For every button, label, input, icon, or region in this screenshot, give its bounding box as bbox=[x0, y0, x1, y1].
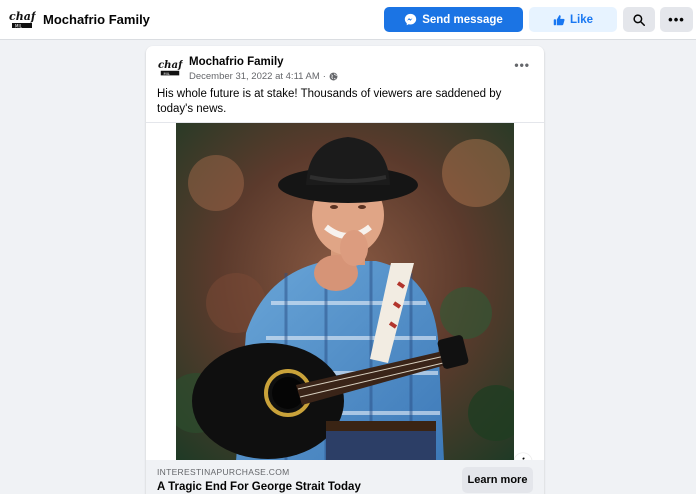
post-photo[interactable] bbox=[176, 123, 514, 461]
thumbs-up-icon bbox=[553, 14, 565, 25]
post-author-avatar[interactable]: chaf MIL bbox=[157, 56, 184, 80]
svg-text:MIL: MIL bbox=[15, 24, 23, 29]
send-message-button[interactable]: Send message bbox=[384, 7, 523, 32]
post-author-name[interactable]: Mochafrio Family bbox=[189, 56, 284, 68]
post-card: chaf MIL Mochafrio Family December 31, 2… bbox=[146, 46, 544, 494]
link-title[interactable]: A Tragic End For George Strait Today bbox=[157, 481, 361, 493]
page-logo[interactable]: chaf MIL bbox=[8, 7, 38, 33]
post-timestamp[interactable]: December 31, 2022 at 4:11 AM bbox=[189, 71, 320, 82]
post-options-button[interactable]: ••• bbox=[514, 58, 530, 72]
link-domain: INTERESTINAPURCHASE.COM bbox=[157, 467, 290, 477]
post-media[interactable]: i bbox=[146, 122, 544, 471]
more-options-button[interactable]: ••• bbox=[660, 7, 693, 32]
search-button[interactable] bbox=[623, 7, 655, 32]
like-page-button[interactable]: Like bbox=[529, 7, 617, 32]
messenger-icon bbox=[405, 13, 417, 26]
page-header: chaf MIL Mochafrio Family Send message L… bbox=[0, 0, 696, 40]
learn-more-button[interactable]: Learn more bbox=[462, 467, 533, 493]
post-meta: December 31, 2022 at 4:11 AM · bbox=[189, 71, 338, 82]
more-icon: ••• bbox=[668, 12, 685, 27]
send-message-label: Send message bbox=[422, 13, 503, 26]
link-preview[interactable]: INTERESTINAPURCHASE.COM A Tragic End For… bbox=[146, 460, 544, 494]
svg-text:MIL: MIL bbox=[164, 72, 171, 76]
page-name[interactable]: Mochafrio Family bbox=[43, 12, 150, 27]
svg-text:chaf: chaf bbox=[9, 10, 36, 23]
search-icon bbox=[633, 13, 645, 26]
post-body: His whole future is at stake! Thousands … bbox=[157, 88, 502, 115]
meta-separator: · bbox=[322, 71, 326, 82]
globe-icon bbox=[329, 72, 338, 81]
svg-text:chaf: chaf bbox=[158, 59, 183, 71]
like-label: Like bbox=[569, 13, 593, 26]
